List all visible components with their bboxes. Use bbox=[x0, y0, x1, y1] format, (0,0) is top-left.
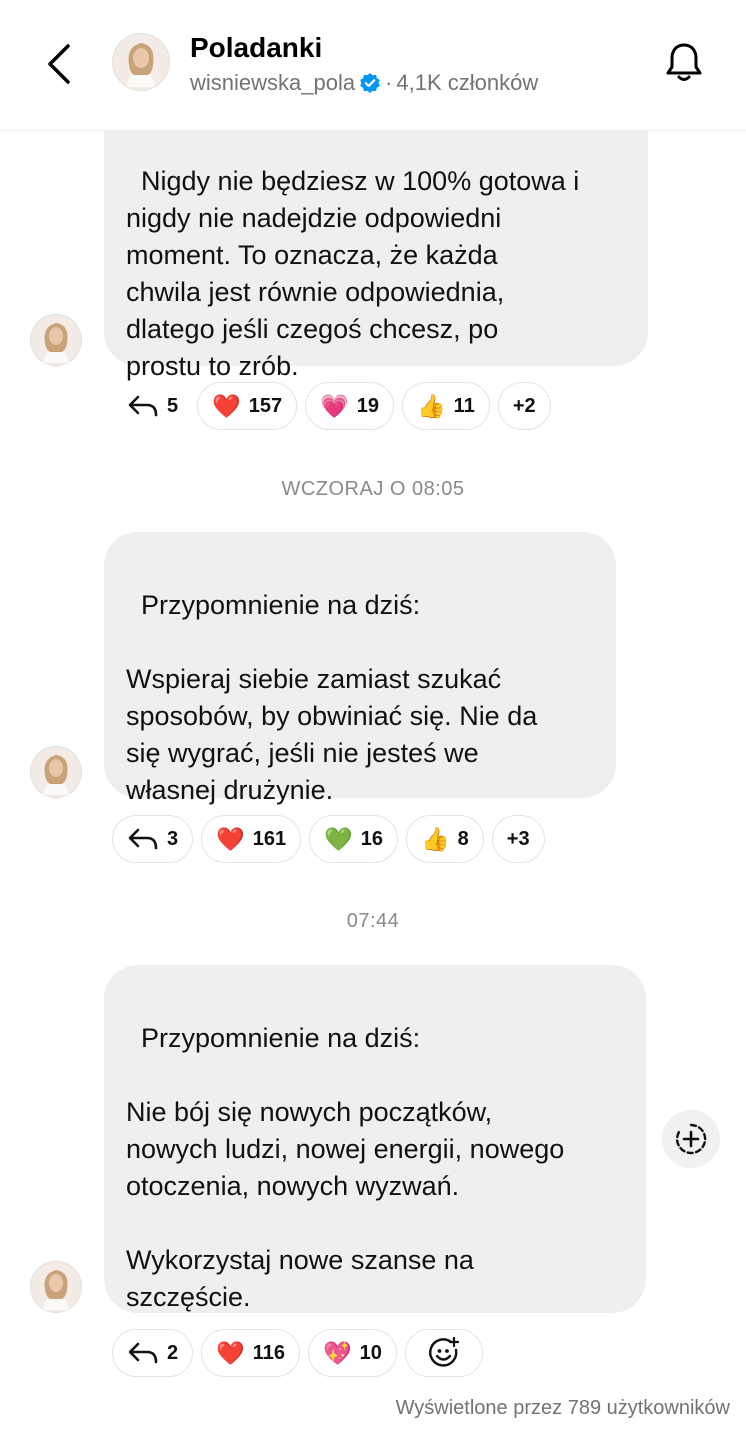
channel-title[interactable]: Poladanki bbox=[190, 32, 322, 64]
channel-username[interactable]: wisniewska_pola bbox=[190, 70, 355, 96]
notifications-button[interactable] bbox=[660, 38, 708, 86]
reaction-pill[interactable]: ❤️ 161 bbox=[201, 815, 302, 863]
add-emoji-button[interactable] bbox=[404, 1329, 483, 1377]
red-heart-icon: ❤️ bbox=[216, 825, 245, 852]
timestamp-divider: WCZORAJ O 08:05 bbox=[281, 478, 465, 500]
reply-count-button[interactable]: 2 bbox=[112, 1329, 194, 1377]
reaction-count: 161 bbox=[252, 827, 287, 850]
back-button[interactable] bbox=[40, 40, 80, 88]
chat-header: Poladanki wisniewska_pola · 4,1K członkó… bbox=[0, 0, 746, 131]
viewed-by-count[interactable]: Wyświetlone przez 789 użytkowników bbox=[396, 1397, 730, 1420]
thumbs-up-icon: 👍 bbox=[417, 392, 446, 419]
more-reactions-count: +3 bbox=[506, 827, 530, 850]
timestamp-divider: 07:44 bbox=[346, 910, 400, 932]
reply-arrow-icon bbox=[128, 1342, 158, 1364]
reaction-bar: 5 ❤️ 157 💗 19 👍 11 +2 bbox=[112, 382, 551, 432]
channel-avatar[interactable] bbox=[112, 33, 170, 91]
verified-badge-icon bbox=[360, 73, 380, 93]
thumbs-up-icon: 👍 bbox=[421, 825, 450, 852]
message-text: Przypomnienie na dziś: Wspieraj siebie z… bbox=[126, 590, 538, 805]
reaction-pill[interactable]: 👍 11 bbox=[402, 382, 490, 430]
reply-arrow-icon bbox=[128, 828, 158, 850]
reaction-pill[interactable]: 💗 19 bbox=[305, 382, 395, 430]
green-heart-icon: 💚 bbox=[324, 825, 353, 852]
message-bubble[interactable]: Przypomnienie na dziś: Nie bój się nowyc… bbox=[104, 965, 646, 1313]
chevron-left-icon bbox=[48, 44, 70, 84]
reaction-count: 19 bbox=[356, 394, 380, 417]
reaction-pill[interactable]: ❤️ 116 bbox=[201, 1329, 301, 1377]
bell-icon bbox=[666, 43, 702, 81]
reaction-bar: 3 ❤️ 161 💚 16 👍 8 +3 bbox=[112, 815, 545, 865]
more-reactions-count: +2 bbox=[512, 394, 536, 417]
sender-avatar[interactable] bbox=[30, 746, 82, 798]
sparkling-heart-icon: 💖 bbox=[323, 1339, 352, 1366]
more-reactions-button[interactable]: +2 bbox=[497, 382, 551, 430]
message-text: Przypomnienie na dziś: Nie bój się nowyc… bbox=[126, 1023, 565, 1312]
reply-count: 2 bbox=[167, 1341, 179, 1364]
reaction-count: 10 bbox=[359, 1341, 382, 1364]
emoji-add-icon bbox=[429, 1336, 460, 1367]
member-count[interactable]: 4,1K członków bbox=[396, 70, 538, 96]
sender-avatar[interactable] bbox=[30, 1261, 82, 1313]
reply-count-button[interactable]: 5 bbox=[112, 382, 190, 430]
message-text: Nigdy nie będziesz w 100% gotowa i nigdy… bbox=[126, 166, 580, 381]
reaction-pill[interactable]: 👍 8 bbox=[406, 815, 484, 863]
reply-count: 5 bbox=[167, 394, 179, 417]
sender-avatar[interactable] bbox=[30, 314, 82, 366]
reaction-pill[interactable]: 💚 16 bbox=[309, 815, 399, 863]
reaction-count: 116 bbox=[252, 1341, 286, 1364]
message-bubble[interactable]: Przypomnienie na dziś: Wspieraj siebie z… bbox=[104, 532, 616, 805]
reply-count-button[interactable]: 3 bbox=[112, 815, 194, 863]
red-heart-icon: ❤️ bbox=[216, 1339, 245, 1366]
reaction-pill[interactable]: ❤️ 157 bbox=[197, 382, 298, 430]
subtitle-separator: · bbox=[385, 70, 393, 95]
reaction-bar: 2 ❤️ 116 💖 10 bbox=[112, 1329, 483, 1379]
channel-subtitle: wisniewska_pola · 4,1K członków bbox=[190, 70, 538, 96]
reaction-count: 11 bbox=[453, 394, 475, 417]
red-heart-icon: ❤️ bbox=[212, 392, 241, 419]
reaction-count: 8 bbox=[457, 827, 469, 850]
reaction-count: 157 bbox=[248, 394, 283, 417]
reply-arrow-icon bbox=[128, 395, 158, 417]
more-reactions-button[interactable]: +3 bbox=[491, 815, 545, 863]
reaction-pill[interactable]: 💖 10 bbox=[308, 1329, 397, 1377]
add-reaction-button[interactable] bbox=[662, 1110, 720, 1168]
reply-count: 3 bbox=[167, 827, 179, 850]
reaction-count: 16 bbox=[360, 827, 384, 850]
growing-heart-icon: 💗 bbox=[320, 392, 349, 419]
add-reaction-icon bbox=[675, 1123, 707, 1155]
